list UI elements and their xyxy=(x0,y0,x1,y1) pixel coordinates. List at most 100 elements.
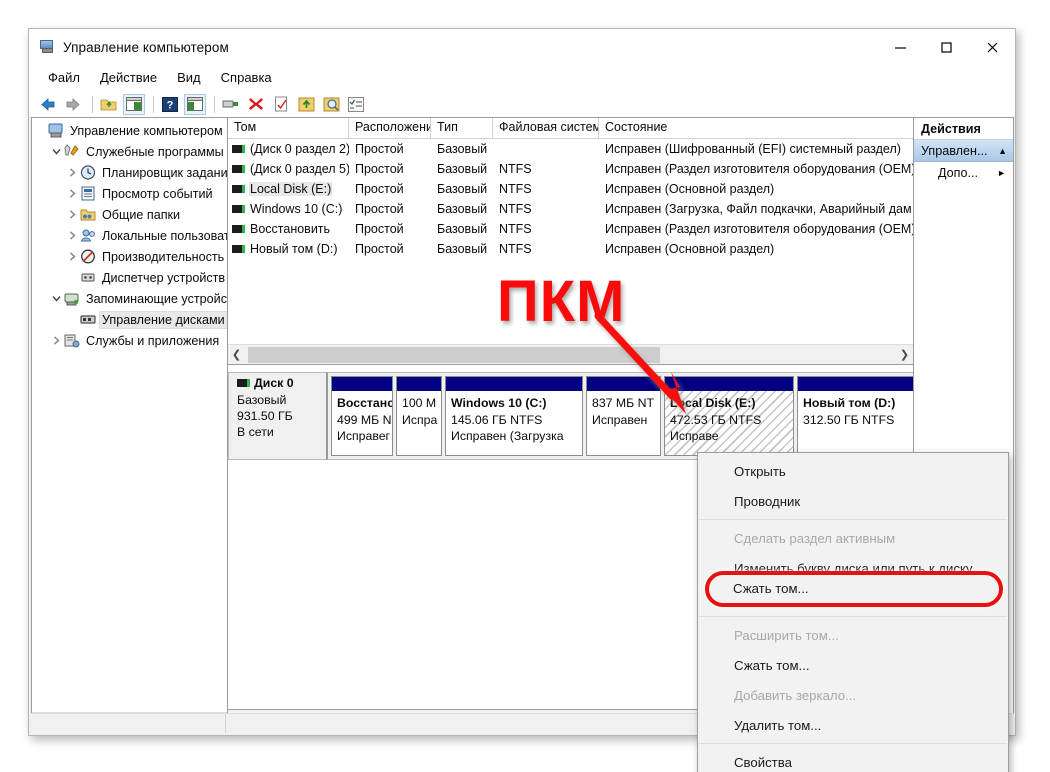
shrink-volume-highlight-label[interactable]: Сжать том... xyxy=(733,581,809,596)
svg-text:?: ? xyxy=(167,99,174,111)
maximize-button[interactable] xyxy=(923,29,969,65)
table-row[interactable]: ВосстановитьПростойБазовыйNTFSИсправен (… xyxy=(228,219,913,239)
forward-icon[interactable] xyxy=(62,94,84,115)
disk-info-panel[interactable]: Диск 0 Базовый 931.50 ГБ В сети xyxy=(228,372,328,460)
chevron-right-icon[interactable] xyxy=(64,162,80,183)
chevron-right-icon[interactable] xyxy=(48,330,64,351)
export-icon[interactable] xyxy=(295,94,317,115)
volume-icon xyxy=(232,225,245,233)
chevron-right-icon[interactable] xyxy=(64,183,80,204)
up-folder-icon[interactable] xyxy=(98,94,120,115)
menu-item-3[interactable]: Справка xyxy=(212,68,281,87)
partition-strip: Восстанс499 МБ NИсправег100 МИспраWindow… xyxy=(328,372,913,460)
chevron-up-icon[interactable]: ▲ xyxy=(998,146,1007,156)
table-row[interactable]: Local Disk (E:)ПростойБазовыйNTFSИсправе… xyxy=(228,179,913,199)
chevron-down-icon[interactable] xyxy=(48,141,64,162)
menu-item-1[interactable]: Действие xyxy=(91,68,166,87)
chevron-right-icon[interactable] xyxy=(64,246,80,267)
table-row[interactable]: (Диск 0 раздел 5)ПростойБазовыйNTFSИспра… xyxy=(228,159,913,179)
scroll-left-arrow[interactable]: ❮ xyxy=(228,346,245,364)
partition-title: Восстанс xyxy=(337,396,392,410)
table-cell-name: Новый том (D:) xyxy=(228,242,349,256)
volume-column-header-2[interactable]: Тип xyxy=(431,118,493,138)
sidebar-item-5[interactable]: Локальные пользовате xyxy=(32,225,227,246)
sidebar-item-1[interactable]: Служебные программы xyxy=(32,141,227,162)
table-cell-status: Исправен (Раздел изготовителя оборудован… xyxy=(599,222,913,236)
sidebar-item-3[interactable]: Просмотр событий xyxy=(32,183,227,204)
actions-section-disk-management[interactable]: Управлен... ▲ xyxy=(914,140,1013,162)
partition-size: 837 МБ NT xyxy=(592,395,660,412)
connect-computer-icon[interactable] xyxy=(220,94,242,115)
volume-list-horizontal-scrollbar[interactable]: ❮ ❯ xyxy=(228,344,913,364)
table-cell-name: (Диск 0 раздел 2) xyxy=(228,142,349,156)
help-icon[interactable]: ? xyxy=(159,94,181,115)
volume-column-header-4[interactable]: Состояние xyxy=(599,118,913,138)
table-row[interactable]: Windows 10 (C:)ПростойБазовыйNTFSИсправе… xyxy=(228,199,913,219)
volume-name: Windows 10 (C:) xyxy=(250,202,342,216)
find-icon[interactable] xyxy=(320,94,342,115)
context-menu-item-0[interactable]: Открыть xyxy=(698,456,1008,486)
volume-name: (Диск 0 раздел 2) xyxy=(250,142,349,156)
chevron-right-icon[interactable] xyxy=(64,225,80,246)
delete-icon[interactable] xyxy=(245,94,267,115)
table-row[interactable]: Новый том (D:)ПростойБазовыйNTFSИсправен… xyxy=(228,239,913,259)
tools-icon xyxy=(64,144,81,160)
partition-color-bar xyxy=(332,377,392,391)
partition-text: Новый том (D:)312.50 ГБ NTFS xyxy=(798,391,913,428)
checklist-icon[interactable] xyxy=(345,94,367,115)
sidebar-item-8[interactable]: Запоминающие устройст xyxy=(32,288,227,309)
partition-3[interactable]: 837 МБ NTИсправен xyxy=(586,376,661,456)
sidebar-item-10[interactable]: Службы и приложения xyxy=(32,330,227,351)
partition-0[interactable]: Восстанс499 МБ NИсправег xyxy=(331,376,393,456)
show-console-tree-icon[interactable] xyxy=(123,94,145,115)
chevron-down-icon[interactable] xyxy=(48,288,64,309)
partition-4[interactable]: Local Disk (E:)472.53 ГБ NTFSИсправе xyxy=(664,376,794,456)
scroll-track[interactable] xyxy=(245,346,896,364)
sidebar-item-6[interactable]: Производительность xyxy=(32,246,227,267)
context-menu-item-6[interactable]: Сжать том... xyxy=(698,650,1008,680)
context-menu-item-8[interactable]: Удалить том... xyxy=(698,710,1008,740)
sidebar-item-4[interactable]: Общие папки xyxy=(32,204,227,225)
menu-item-2[interactable]: Вид xyxy=(168,68,210,87)
volume-icon xyxy=(232,205,245,213)
table-row[interactable]: (Диск 0 раздел 2)ПростойБазовыйИсправен … xyxy=(228,139,913,159)
scroll-right-arrow[interactable]: ❯ xyxy=(896,346,913,364)
actions-title: Действия xyxy=(914,118,1013,140)
sidebar-item-7[interactable]: Диспетчер устройств xyxy=(32,267,227,288)
scroll-thumb[interactable] xyxy=(248,347,660,363)
table-cell-name: Local Disk (E:) xyxy=(228,182,349,196)
table-cell-name: Восстановить xyxy=(228,222,349,236)
chevron-right-icon[interactable]: ► xyxy=(997,168,1006,178)
partition-5[interactable]: Новый том (D:)312.50 ГБ NTFS xyxy=(797,376,913,456)
disk-icon xyxy=(237,379,250,387)
volume-icon xyxy=(232,185,245,193)
partition-size: 312.50 ГБ NTFS xyxy=(803,412,913,429)
context-menu-separator xyxy=(699,616,1007,617)
sidebar-item-label: Общие папки xyxy=(100,207,182,223)
partition-2[interactable]: Windows 10 (C:)145.06 ГБ NTFSИсправен (З… xyxy=(445,376,583,456)
sidebar-item-9[interactable]: Управление дисками xyxy=(32,309,227,330)
properties-icon[interactable] xyxy=(270,94,292,115)
volume-column-header-3[interactable]: Файловая система xyxy=(493,118,599,138)
device-manager-icon xyxy=(80,270,97,286)
show-action-pane-icon[interactable] xyxy=(184,94,206,115)
actions-item-more[interactable]: Допо... ► xyxy=(914,162,1013,184)
context-menu-item-1[interactable]: Проводник xyxy=(698,486,1008,516)
sidebar-item-2[interactable]: Планировщик заданий xyxy=(32,162,227,183)
minimize-button[interactable] xyxy=(877,29,923,65)
table-cell-layout: Простой xyxy=(349,222,431,236)
partition-1[interactable]: 100 МИспра xyxy=(396,376,442,456)
menu-item-0[interactable]: Файл xyxy=(39,68,89,87)
volume-column-header-1[interactable]: Расположение xyxy=(349,118,431,138)
context-menu-item-9[interactable]: Свойства xyxy=(698,747,1008,772)
toolbar: ? xyxy=(29,91,1015,118)
sidebar-item-label: Просмотр событий xyxy=(100,186,215,202)
close-button[interactable] xyxy=(969,29,1015,65)
storage-icon xyxy=(64,291,81,307)
back-icon[interactable] xyxy=(37,94,59,115)
chevron-right-icon[interactable] xyxy=(64,204,80,225)
sidebar-item-0[interactable]: Управление компьютером (л xyxy=(32,120,227,141)
volume-column-header-0[interactable]: Том xyxy=(228,118,349,138)
console-tree-pane: Управление компьютером (лСлужебные прогр… xyxy=(31,117,228,733)
disk-state: В сети xyxy=(237,424,326,440)
